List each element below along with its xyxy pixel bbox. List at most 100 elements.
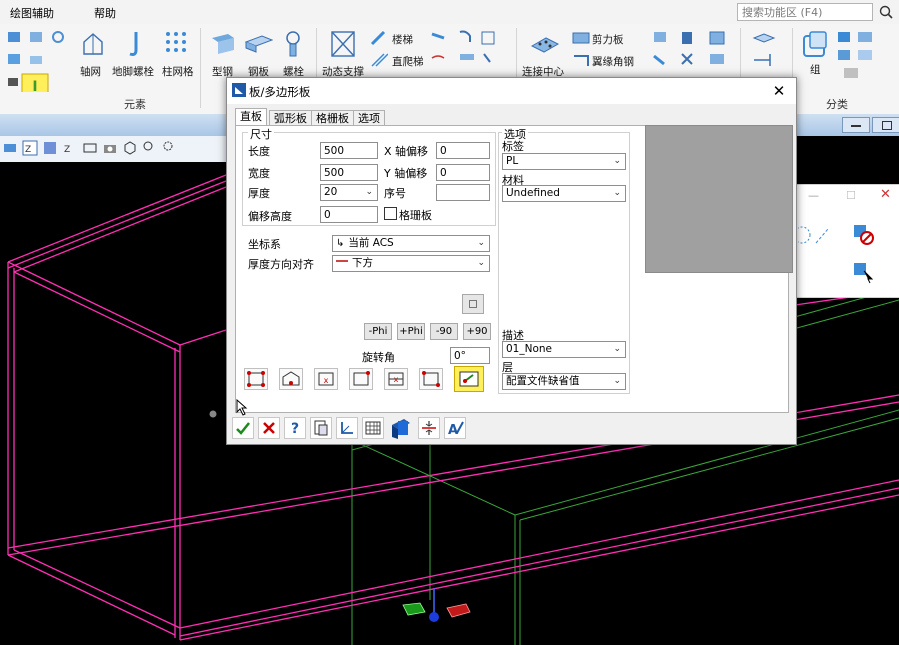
grid-table-icon[interactable] [362,417,384,439]
insert-point-mid-button[interactable]: x [384,368,408,390]
view-tool-icon[interactable] [42,140,58,156]
select-tool-icon[interactable] [142,140,158,156]
sort-za-icon[interactable]: Z [62,140,78,156]
copy-properties-icon[interactable] [310,417,332,439]
tab-grating-plate[interactable]: 格栅板 [311,110,354,126]
thickness-select[interactable]: 20 ⌄ [320,184,378,201]
material-select[interactable]: Undefined ⌄ [502,185,626,202]
tab-options[interactable]: 选项 [353,110,385,126]
grating-checkbox[interactable] [384,207,397,220]
axis-grid-button[interactable]: 轴网 [80,64,101,79]
ucs-tool-icon[interactable] [336,417,358,439]
classify-tools-icon-group[interactable] [836,30,886,80]
x-offset-input[interactable]: 0 [436,142,490,159]
cancel-x-button[interactable] [258,417,280,439]
sort-az-icon[interactable]: Z [22,140,38,156]
description-select[interactable]: 01_None ⌄ [502,341,626,358]
mouse-cursor-icon [236,398,248,416]
dynamic-brace-icon[interactable] [330,30,356,58]
sequence-input[interactable] [436,184,490,201]
stair-button[interactable]: 楼梯 [392,32,413,47]
group-button[interactable]: 组 [810,62,821,77]
menu-help[interactable]: 帮助 [94,5,116,21]
chevron-down-icon: ⌄ [613,376,621,386]
column-grid-icon[interactable] [164,30,192,58]
rotate-minus-phi-button[interactable]: -Phi [364,323,392,340]
tab-flat-plate[interactable]: 直板 [235,108,267,126]
view-tools-icon-group[interactable] [750,30,786,80]
plate-3d-icon[interactable] [388,417,410,439]
align-below-icon [336,260,348,266]
insert-point-edge-button[interactable] [419,368,443,390]
width-input[interactable]: 500 [320,164,378,181]
menu-drafting-aids[interactable]: 绘图辅助 [10,5,54,21]
panel-maximize-icon[interactable]: ☐ [846,189,856,202]
ribbon-search-input[interactable]: 搜索功能区 (F4) [737,3,873,21]
panel-shape-icons[interactable] [798,223,834,293]
column-grid-button[interactable]: 柱网格 [162,64,194,79]
straight-ladder-button[interactable]: 直爬梯 [392,54,424,69]
rotate-minus-90-button[interactable]: -90 [430,323,458,340]
group-label-elements: 元素 [124,98,146,111]
misc-tools-icon-group[interactable] [430,30,510,80]
align-center-icon[interactable] [418,417,440,439]
no-select-icon[interactable] [852,223,876,247]
straight-ladder-icon[interactable] [370,52,388,68]
dialog-titlebar[interactable]: 板/多边形板 ✕ [227,78,796,104]
zoom-tool-icon[interactable] [162,140,178,156]
rotation-angle-input[interactable]: 0° [450,347,490,364]
thickness-align-select[interactable]: 下方 ⌄ [332,255,490,272]
panel-minimize-icon[interactable]: — [808,189,819,202]
offset-height-input[interactable]: 0 [320,206,378,223]
cube-icon[interactable] [122,140,138,156]
tab-arc-plate[interactable]: 弧形板 [269,110,312,126]
insert-point-selected-button[interactable] [454,366,484,392]
search-icon[interactable] [878,4,894,20]
close-icon[interactable]: ✕ [770,82,788,100]
camera-icon[interactable] [102,140,118,156]
rotation-angle-label: 旋转角 [362,351,395,364]
panel-close-icon[interactable]: ✕ [880,187,891,202]
tag-select[interactable]: PL ⌄ [502,153,626,170]
square-toggle-button[interactable] [462,294,484,314]
select-cursor-icon[interactable] [852,261,876,285]
group-icon[interactable] [802,30,830,60]
rotate-plus-phi-button[interactable]: +Phi [397,323,425,340]
section-steel-icon[interactable] [208,30,238,58]
rectangle-tool-icon[interactable] [82,140,98,156]
y-offset-input[interactable]: 0 [436,164,490,181]
flange-angle-button[interactable]: 翼缘角钢 [592,54,634,69]
flange-angle-icon[interactable] [572,52,590,68]
tag-label: 标签 [502,140,524,153]
steel-plate-icon[interactable] [244,32,274,56]
anchor-bolt-icon[interactable] [124,30,144,58]
bolt-icon[interactable] [282,30,304,58]
insert-point-top-button[interactable] [349,368,373,390]
rotate-plus-90-button[interactable]: +90 [463,323,491,340]
ok-check-button[interactable] [232,417,254,439]
dialog-title: 板/多边形板 [249,85,311,99]
text-edit-icon[interactable]: A [444,417,466,439]
length-input[interactable]: 500 [320,142,378,159]
view-tool-icon[interactable] [2,140,18,156]
insert-point-center-button[interactable]: x [314,368,338,390]
restore-button[interactable] [872,117,899,133]
plate-app-icon [232,83,246,97]
small-tools-icon-group[interactable]: I [6,30,72,92]
help-button[interactable]: ? [284,417,306,439]
menu-bar: 绘图辅助 帮助 搜索功能区 (F4) [0,0,899,25]
insert-point-corner-button[interactable] [244,368,268,390]
shear-plate-button[interactable]: 剪力板 [592,32,624,47]
offset-height-label: 偏移高度 [248,210,292,223]
coordinate-system-select[interactable]: ↳ 当前 ACS ⌄ [332,235,490,252]
axis-grid-icon[interactable] [80,30,106,58]
insert-point-polygon-button[interactable] [279,368,303,390]
stair-icon[interactable] [370,30,388,46]
joint-tools-icon-group[interactable] [652,30,732,80]
layer-select[interactable]: 配置文件缺省值 ⌄ [502,373,626,390]
anchor-bolt-button[interactable]: 地脚螺栓 [112,64,154,79]
thickness-label: 厚度 [248,187,270,200]
minimize-button[interactable] [842,117,870,133]
connection-center-icon[interactable] [528,30,562,60]
shear-plate-icon[interactable] [572,30,590,46]
